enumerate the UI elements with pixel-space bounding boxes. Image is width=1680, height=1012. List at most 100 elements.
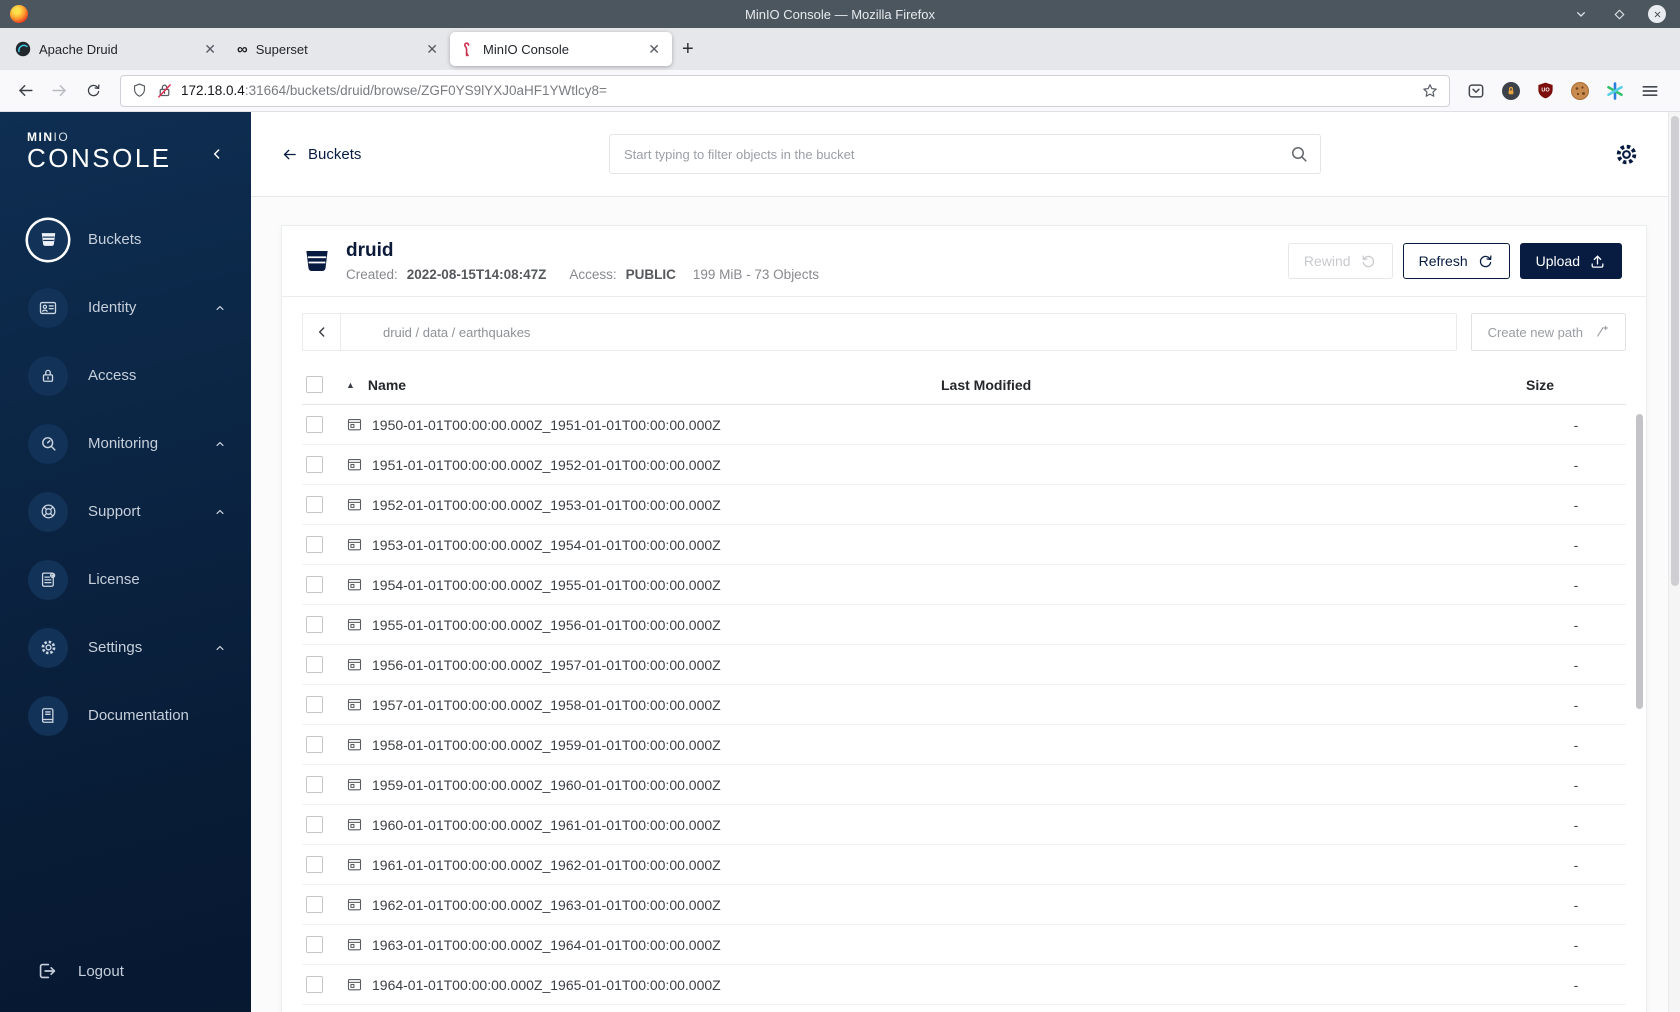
tab-label: Apache Druid <box>39 41 118 57</box>
row-checkbox[interactable] <box>306 936 323 953</box>
row-checkbox[interactable] <box>306 976 323 993</box>
page-header: Buckets <box>251 112 1680 197</box>
chevron-up-icon[interactable] <box>213 505 227 519</box>
sidebar-item-monitoring[interactable]: Monitoring <box>0 410 251 478</box>
druid-favicon <box>15 41 31 57</box>
settings-gear-icon <box>28 627 68 668</box>
sidebar-item-buckets[interactable]: Buckets <box>0 206 251 274</box>
sidebar-item-license[interactable]: License <box>0 546 251 614</box>
row-checkbox[interactable] <box>306 456 323 473</box>
upload-button[interactable]: Upload <box>1519 243 1622 279</box>
forward-button[interactable] <box>44 76 74 106</box>
object-name: 1963-01-01T00:00:00.000Z_1964-01-01T00:0… <box>372 936 721 953</box>
extension-asterisk-icon[interactable] <box>1605 81 1625 101</box>
url-bar[interactable]: 172.18.0.4:31664/buckets/druid/browse/ZG… <box>120 74 1450 107</box>
tracking-shield-icon[interactable] <box>131 82 148 99</box>
table-row[interactable]: 1954-01-01T00:00:00.000Z_1955-01-01T00:0… <box>302 565 1626 605</box>
row-checkbox[interactable] <box>306 656 323 673</box>
row-checkbox[interactable] <box>306 776 323 793</box>
table-scrollbar-thumb[interactable] <box>1636 414 1643 709</box>
identity-icon <box>28 287 68 328</box>
table-row[interactable]: 1951-01-01T00:00:00.000Z_1952-01-01T00:0… <box>302 445 1626 485</box>
pocket-icon[interactable] <box>1466 81 1486 101</box>
ublock-origin-icon[interactable]: UO <box>1536 81 1555 100</box>
row-checkbox[interactable] <box>306 576 323 593</box>
sidebar-item-access[interactable]: Access <box>0 342 251 410</box>
create-new-path-button[interactable]: Create new path <box>1470 313 1626 351</box>
table-row[interactable]: 1955-01-01T00:00:00.000Z_1956-01-01T00:0… <box>302 605 1626 645</box>
sidebar-item-logout[interactable]: Logout <box>0 960 251 1012</box>
bucket-summary: 199 MiB - 73 Objects <box>692 267 819 282</box>
sidebar-item-identity[interactable]: Identity <box>0 274 251 342</box>
object-file-icon <box>346 416 363 433</box>
path-back-chevron-icon[interactable] <box>303 314 341 350</box>
cookie-extension-icon[interactable] <box>1570 81 1590 101</box>
new-tab-button[interactable]: + <box>682 38 694 61</box>
table-row[interactable]: 1958-01-01T00:00:00.000Z_1959-01-01T00:0… <box>302 725 1626 765</box>
chevron-up-icon[interactable] <box>213 437 227 451</box>
object-filter-input[interactable] <box>609 134 1321 174</box>
tab-close-icon[interactable]: ✕ <box>645 41 663 58</box>
table-row[interactable]: 1962-01-01T00:00:00.000Z_1963-01-01T00:0… <box>302 885 1626 925</box>
row-checkbox[interactable] <box>306 696 323 713</box>
console-settings-gear-icon[interactable] <box>1613 141 1640 168</box>
reload-button[interactable] <box>78 76 108 106</box>
window-titlebar: MinIO Console — Mozilla Firefox <box>0 0 1680 28</box>
table-row[interactable]: 1952-01-01T00:00:00.000Z_1953-01-01T00:0… <box>302 485 1626 525</box>
object-name: 1956-01-01T00:00:00.000Z_1957-01-01T00:0… <box>372 656 721 673</box>
tab-apache-druid[interactable]: Apache Druid ✕ <box>6 32 228 66</box>
row-checkbox[interactable] <box>306 816 323 833</box>
tab-label: MinIO Console <box>483 41 569 57</box>
tab-close-icon[interactable]: ✕ <box>423 41 441 58</box>
tab-superset[interactable]: ∞ Superset ✕ <box>228 32 450 66</box>
bookmark-star-icon[interactable] <box>1421 82 1439 100</box>
object-file-icon <box>346 736 363 753</box>
row-checkbox[interactable] <box>306 496 323 513</box>
table-row[interactable]: 1964-01-01T00:00:00.000Z_1965-01-01T00:0… <box>302 965 1626 1005</box>
table-row[interactable]: 1959-01-01T00:00:00.000Z_1960-01-01T00:0… <box>302 765 1626 805</box>
select-all-checkbox[interactable] <box>306 376 323 393</box>
object-name: 1950-01-01T00:00:00.000Z_1951-01-01T00:0… <box>372 416 721 433</box>
row-checkbox[interactable] <box>306 856 323 873</box>
window-maximize-icon[interactable] <box>1610 5 1628 23</box>
row-checkbox[interactable] <box>306 536 323 553</box>
tab-close-icon[interactable]: ✕ <box>201 41 219 58</box>
row-checkbox[interactable] <box>306 416 323 433</box>
sort-asc-icon[interactable]: ▲ <box>346 380 355 390</box>
sidebar-item-documentation[interactable]: Documentation <box>0 682 251 750</box>
tab-minio-console[interactable]: MinIO Console ✕ <box>450 32 672 66</box>
insecure-lock-icon[interactable] <box>156 82 173 99</box>
table-row[interactable]: 1960-01-01T00:00:00.000Z_1961-01-01T00:0… <box>302 805 1626 845</box>
refresh-button[interactable]: Refresh <box>1402 243 1510 279</box>
table-row[interactable]: 1953-01-01T00:00:00.000Z_1954-01-01T00:0… <box>302 525 1626 565</box>
back-button[interactable] <box>10 76 40 106</box>
sidebar-item-label: Settings <box>88 639 143 657</box>
rewind-button[interactable]: Rewind <box>1287 243 1393 279</box>
column-header-size: Size <box>1526 376 1555 393</box>
page-scrollbar-thumb[interactable] <box>1671 116 1679 586</box>
object-name: 1960-01-01T00:00:00.000Z_1961-01-01T00:0… <box>372 816 721 833</box>
object-size: - <box>1573 496 1579 513</box>
row-checkbox[interactable] <box>306 896 323 913</box>
table-row[interactable]: 1961-01-01T00:00:00.000Z_1962-01-01T00:0… <box>302 845 1626 885</box>
bucket-name: druid <box>346 240 394 261</box>
table-row[interactable]: 1957-01-01T00:00:00.000Z_1958-01-01T00:0… <box>302 685 1626 725</box>
chevron-up-icon[interactable] <box>213 641 227 655</box>
back-to-buckets-link[interactable]: Buckets <box>281 146 361 163</box>
column-header-last-modified: Last Modified <box>941 376 1032 393</box>
table-row[interactable]: 1963-01-01T00:00:00.000Z_1964-01-01T00:0… <box>302 925 1626 965</box>
sidebar-item-support[interactable]: Support <box>0 478 251 546</box>
hamburger-menu-icon[interactable] <box>1640 81 1660 101</box>
row-checkbox[interactable] <box>306 736 323 753</box>
chevron-up-icon[interactable] <box>213 301 227 315</box>
logout-label: Logout <box>78 962 124 980</box>
window-minimize-icon[interactable] <box>1572 5 1590 23</box>
sidebar-item-settings[interactable]: Settings <box>0 614 251 682</box>
row-checkbox[interactable] <box>306 616 323 633</box>
privacy-extension-icon[interactable] <box>1501 81 1521 101</box>
table-row[interactable]: 1950-01-01T00:00:00.000Z_1951-01-01T00:0… <box>302 405 1626 445</box>
sidebar-collapse-icon[interactable] <box>209 146 225 162</box>
bucket-icon <box>28 219 68 260</box>
window-close-icon[interactable] <box>1648 5 1666 23</box>
table-row[interactable]: 1956-01-01T00:00:00.000Z_1957-01-01T00:0… <box>302 645 1626 685</box>
